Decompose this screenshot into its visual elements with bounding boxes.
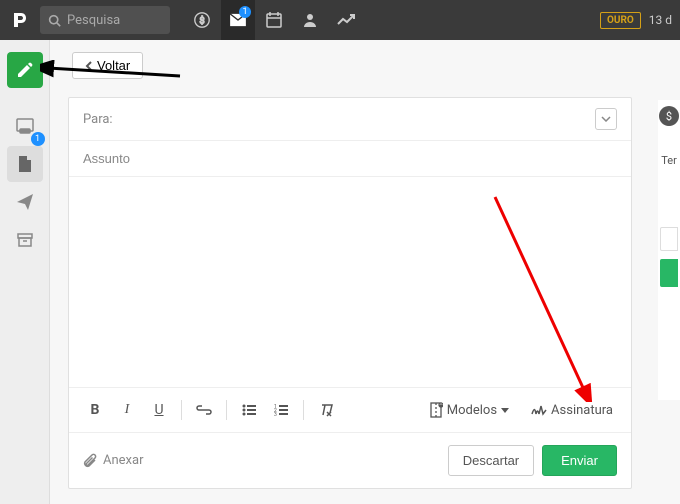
sidebar-sent[interactable] [7, 184, 43, 220]
app-logo [8, 8, 32, 32]
to-dropdown-toggle[interactable] [595, 108, 617, 130]
sidebar-drafts[interactable] [7, 146, 43, 182]
search-icon [48, 14, 61, 27]
templates-label: Modelos [447, 403, 497, 418]
header-icons: $ 1 [185, 0, 363, 40]
header-right: OURO 13 d [600, 12, 672, 29]
clear-format-button[interactable] [312, 396, 340, 424]
attach-label: Anexar [103, 453, 143, 468]
paperclip-icon [83, 453, 97, 469]
main-content: Voltar Para: B I U 123 [50, 40, 680, 504]
signature-label: Assinatura [551, 403, 613, 418]
bullet-list-button[interactable] [235, 396, 263, 424]
numbered-list-button[interactable]: 123 [267, 396, 295, 424]
to-label: Para: [83, 112, 113, 127]
link-button[interactable] [190, 396, 218, 424]
right-panel: $ Ter [658, 100, 680, 400]
right-green-button[interactable] [660, 259, 678, 287]
inbox-badge: 1 [31, 132, 45, 146]
to-field-row[interactable]: Para: [69, 98, 631, 141]
signature-button[interactable]: Assinatura [525, 399, 619, 422]
bold-button[interactable]: B [81, 396, 109, 424]
discard-button[interactable]: Descartar [448, 445, 534, 476]
divider [226, 400, 227, 420]
gold-badge: OURO [600, 12, 641, 29]
search-placeholder: Pesquisa [67, 13, 120, 28]
editor-toolbar: B I U 123 + Modelos [69, 387, 631, 432]
search-box[interactable]: Pesquisa [40, 6, 170, 34]
footer-actions: Descartar Enviar [448, 445, 617, 476]
italic-button[interactable]: I [113, 396, 141, 424]
right-text: Ter [658, 154, 680, 167]
back-label: Voltar [97, 58, 130, 73]
calendar-icon[interactable] [257, 0, 291, 40]
subject-input[interactable] [83, 151, 617, 166]
compose-card: Para: B I U 123 [68, 97, 632, 489]
footer-row: Anexar Descartar Enviar [69, 432, 631, 488]
templates-button[interactable]: + Modelos [423, 398, 515, 422]
deals-icon[interactable]: $ [185, 0, 219, 40]
divider [181, 400, 182, 420]
sidebar-inbox[interactable]: 1 [7, 108, 43, 144]
template-icon: + [429, 402, 443, 418]
send-button[interactable]: Enviar [542, 445, 617, 476]
left-sidebar: 1 [0, 40, 50, 504]
right-input[interactable] [660, 227, 678, 251]
signature-icon [531, 404, 547, 416]
mail-badge: 1 [239, 6, 251, 18]
contacts-icon[interactable] [293, 0, 327, 40]
email-body[interactable] [69, 177, 631, 387]
svg-text:$: $ [199, 16, 204, 27]
chevron-down-icon [501, 408, 509, 413]
mail-icon[interactable]: 1 [221, 0, 255, 40]
toolbar-right: + Modelos Assinatura [423, 398, 619, 422]
back-button[interactable]: Voltar [72, 52, 143, 79]
underline-button[interactable]: U [145, 396, 173, 424]
chevron-left-icon [85, 61, 93, 71]
subject-row[interactable] [69, 141, 631, 177]
coin-icon: $ [659, 106, 679, 126]
stats-icon[interactable] [329, 0, 363, 40]
days-remaining: 13 d [649, 13, 672, 27]
divider [303, 400, 304, 420]
attach-button[interactable]: Anexar [83, 453, 143, 469]
svg-text:3: 3 [274, 412, 277, 416]
compose-button[interactable] [7, 52, 43, 88]
sidebar-archive[interactable] [7, 222, 43, 258]
top-header: Pesquisa $ 1 OURO 13 d [0, 0, 680, 40]
